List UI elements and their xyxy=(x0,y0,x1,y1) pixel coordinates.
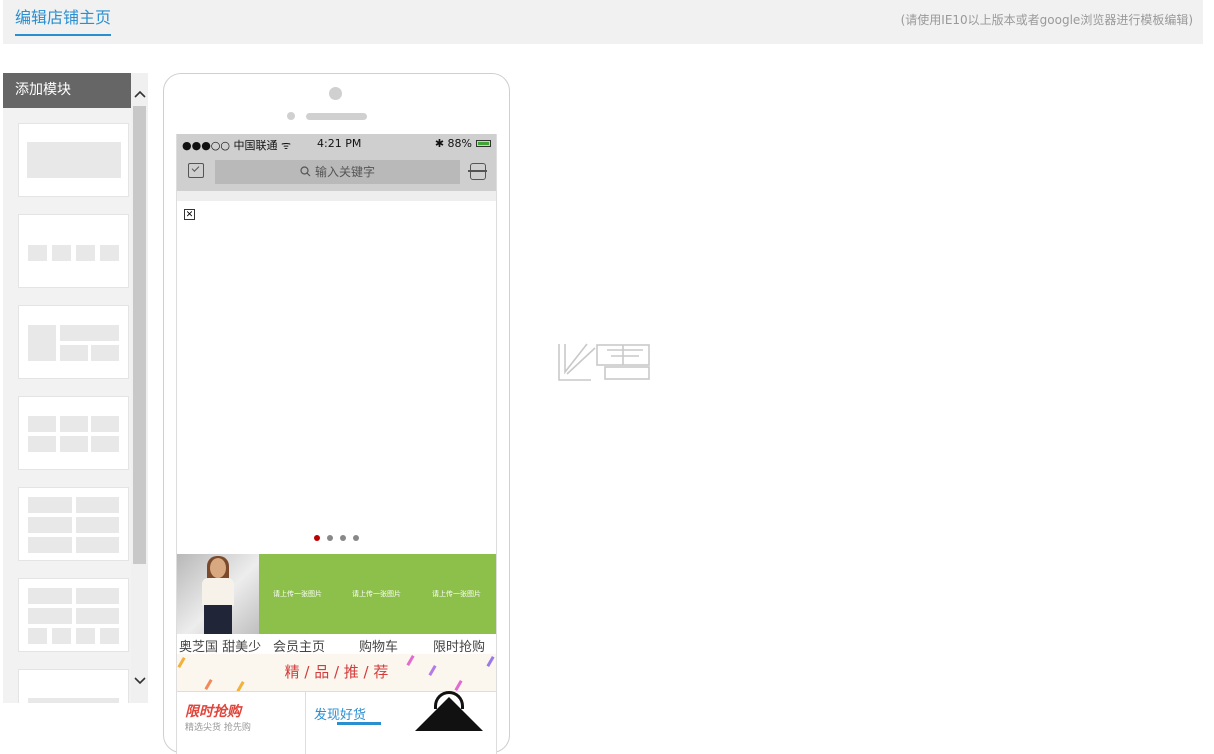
divider-strip xyxy=(177,191,496,201)
upload-tiles: 请上传一张图片 请上传一张图片 请上传一张图片 xyxy=(259,554,496,634)
scroll-thumb[interactable] xyxy=(133,106,146,564)
nav-label-flash[interactable]: 限时抢购 xyxy=(433,636,485,655)
carousel-dot[interactable] xyxy=(314,535,320,541)
module-block xyxy=(28,608,72,624)
module-block xyxy=(76,608,119,624)
carousel-dot[interactable] xyxy=(353,535,359,541)
search-box[interactable]: 输入关键字 xyxy=(215,160,460,184)
flash-sale-subtitle: 精选尖货 抢先购 xyxy=(185,723,251,733)
search-nav: 输入关键字 xyxy=(177,154,496,191)
chevron-up-icon[interactable] xyxy=(131,83,148,103)
calendar-check-icon[interactable] xyxy=(188,163,204,178)
module-panel: 添加模块 xyxy=(3,73,148,703)
upload-tile-label[interactable]: 请上传一张图片 xyxy=(273,589,322,599)
module-block xyxy=(91,436,119,452)
module-block xyxy=(76,537,119,553)
module-block xyxy=(28,517,72,533)
module-block xyxy=(60,416,88,432)
phone-preview: ●●●○○ 中国联通 ᯤ 4:21 PM ✱ 88% 输入关键字 ✕ 请上传一张… xyxy=(163,73,510,754)
discover-underline xyxy=(337,722,381,725)
quick-nav: 请上传一张图片 请上传一张图片 请上传一张图片 xyxy=(177,554,496,634)
module-block xyxy=(100,245,119,261)
top-bar: 编辑店铺主页 (请使用IE10以上版本或者google浏览器进行模板编辑) xyxy=(3,0,1203,44)
battery-icon xyxy=(476,140,491,147)
speaker-bar xyxy=(306,113,367,120)
scan-icon[interactable] xyxy=(468,163,487,180)
module-banner[interactable] xyxy=(18,123,129,197)
panel-scrollbar[interactable] xyxy=(131,73,148,703)
banner-carousel[interactable]: ✕ xyxy=(177,201,496,554)
module-block xyxy=(60,436,88,452)
bag-image[interactable] xyxy=(415,697,483,731)
broken-image-icon: ✕ xyxy=(184,209,195,220)
module-block xyxy=(28,497,72,513)
module-block xyxy=(91,416,119,432)
module-block xyxy=(76,517,119,533)
module-block xyxy=(28,588,72,604)
module-block xyxy=(76,245,95,261)
page-title[interactable]: 编辑店铺主页 xyxy=(15,4,112,36)
carousel-dot[interactable] xyxy=(327,535,333,541)
module-block xyxy=(28,325,56,361)
module-block xyxy=(76,588,119,604)
recommend-banner[interactable]: 精 / 品 / 推 / 荐 xyxy=(177,654,496,692)
upload-tile-label[interactable]: 请上传一张图片 xyxy=(432,589,481,599)
module-block xyxy=(100,628,119,644)
model-photo[interactable] xyxy=(177,554,259,634)
search-icon xyxy=(300,166,311,177)
chevron-down-icon[interactable] xyxy=(131,671,148,691)
module-block xyxy=(60,325,119,341)
module-two-column[interactable] xyxy=(18,487,129,561)
status-bar: ●●●○○ 中国联通 ᯤ 4:21 PM ✱ 88% xyxy=(177,134,496,154)
module-block xyxy=(76,628,95,644)
quick-nav-labels: 奥芝国 甜美少 会员主页 购物车 限时抢购 xyxy=(177,634,496,655)
module-block xyxy=(60,345,88,361)
camera-dot xyxy=(329,87,342,100)
module-four-column[interactable] xyxy=(18,214,129,288)
browser-hint: (请使用IE10以上版本或者google浏览器进行模板编辑) xyxy=(900,13,1193,27)
module-block xyxy=(28,245,47,261)
module-list xyxy=(3,108,131,703)
module-block xyxy=(28,537,72,553)
carousel-dots xyxy=(314,535,359,541)
discover-title[interactable]: 发现好货 xyxy=(314,704,366,723)
module-block xyxy=(91,345,119,361)
module-block xyxy=(52,628,71,644)
module-block xyxy=(28,628,47,644)
module-block xyxy=(28,416,56,432)
watermark-logo xyxy=(558,343,650,381)
nav-label-brand[interactable]: 奥芝国 甜美少 xyxy=(179,636,261,655)
module-block xyxy=(52,245,71,261)
module-mixed-grid[interactable] xyxy=(18,578,129,652)
status-time: 4:21 PM xyxy=(317,137,362,150)
panel-title: 添加模块 xyxy=(3,73,131,108)
module-block xyxy=(28,436,56,452)
battery-label: ✱ 88% xyxy=(434,137,472,150)
nav-label-cart[interactable]: 购物车 xyxy=(359,636,398,655)
module-block xyxy=(28,698,119,703)
module-left-right[interactable] xyxy=(18,305,129,379)
module-three-column[interactable] xyxy=(18,396,129,470)
carrier-label: ●●●○○ 中国联通 ᯤ xyxy=(182,139,292,152)
sensor-dot xyxy=(287,112,295,120)
recommend-title: 精 / 品 / 推 / 荐 xyxy=(284,663,389,681)
upload-tile-label[interactable]: 请上传一张图片 xyxy=(352,589,401,599)
search-placeholder: 输入关键字 xyxy=(314,165,375,179)
carousel-dot[interactable] xyxy=(340,535,346,541)
module-list[interactable] xyxy=(18,669,129,703)
module-block xyxy=(27,142,121,178)
nav-label-member[interactable]: 会员主页 xyxy=(273,636,325,655)
flash-sale-logo: 限时抢购 xyxy=(185,704,241,720)
module-block xyxy=(76,497,119,513)
phone-screen: ●●●○○ 中国联通 ᯤ 4:21 PM ✱ 88% 输入关键字 ✕ 请上传一张… xyxy=(176,134,497,754)
